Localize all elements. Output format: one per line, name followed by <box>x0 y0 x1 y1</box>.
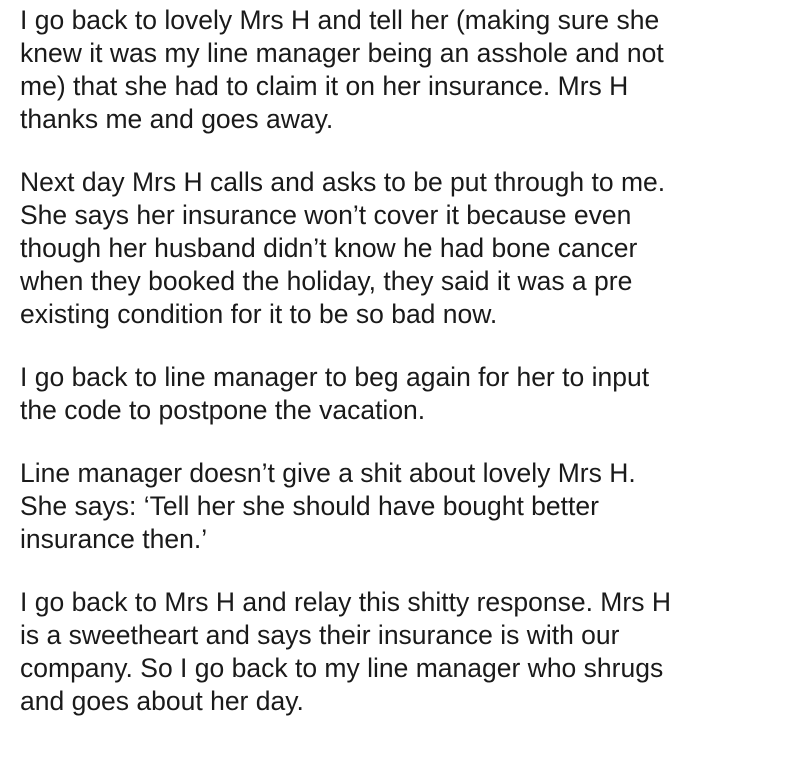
text-line: She says her insurance won’t cover it be… <box>20 200 632 230</box>
text-line: I go back to line manager to beg again f… <box>20 362 650 392</box>
paragraph-5: I go back to Mrs H and relay this shitty… <box>20 586 780 718</box>
paragraph-2: Next day Mrs H calls and asks to be put … <box>20 166 780 331</box>
text-line: company. So I go back to my line manager… <box>20 653 664 683</box>
text-line: and goes about her day. <box>20 686 304 716</box>
text-line: me) that she had to claim it on her insu… <box>20 71 629 101</box>
text-line: insurance then.’ <box>20 524 208 554</box>
text-line: thanks me and goes away. <box>20 104 334 134</box>
text-line: Next day Mrs H calls and asks to be put … <box>20 167 666 197</box>
text-line: the code to postpone the vacation. <box>20 395 426 425</box>
text-line: knew it was my line manager being an ass… <box>20 38 664 68</box>
paragraph-4: Line manager doesn’t give a shit about l… <box>20 457 780 556</box>
text-line: when they booked the holiday, they said … <box>20 266 633 296</box>
text-line: She says: ‘Tell her she should have boug… <box>20 491 599 521</box>
text-line: I go back to lovely Mrs H and tell her (… <box>20 5 660 35</box>
text-line: Line manager doesn’t give a shit about l… <box>20 458 636 488</box>
text-document: I go back to lovely Mrs H and tell her (… <box>0 0 800 763</box>
text-line: though her husband didn’t know he had bo… <box>20 233 638 263</box>
paragraph-3: I go back to line manager to beg again f… <box>20 361 780 427</box>
paragraph-1: I go back to lovely Mrs H and tell her (… <box>20 4 780 136</box>
text-line: is a sweetheart and says their insurance… <box>20 620 620 650</box>
text-line: I go back to Mrs H and relay this shitty… <box>20 587 671 617</box>
text-line: existing condition for it to be so bad n… <box>20 299 498 329</box>
